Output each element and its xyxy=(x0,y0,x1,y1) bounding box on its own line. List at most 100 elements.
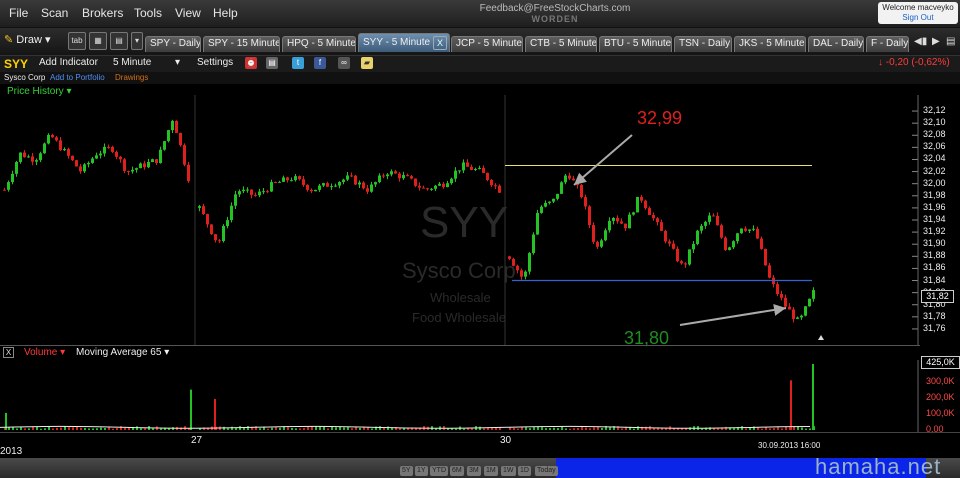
tab-scroll-left-icon[interactable]: ◀▮ xyxy=(914,36,927,47)
volume-bar xyxy=(665,428,667,430)
menu-scan[interactable]: Scan xyxy=(41,6,68,20)
tab-btu-5-minute[interactable]: BTU - 5 Minute xyxy=(599,36,672,52)
volume-bar xyxy=(128,427,130,430)
moving-average-dropdown[interactable]: Moving Average 65 ▾ xyxy=(76,347,169,358)
menu-file[interactable]: File xyxy=(9,6,28,20)
candle-body xyxy=(600,240,603,247)
period-3m[interactable]: 3M xyxy=(467,466,481,476)
candle-body xyxy=(147,161,150,168)
candle-body xyxy=(302,179,305,185)
candle-body xyxy=(250,189,253,195)
menu-help[interactable]: Help xyxy=(213,6,238,20)
period-1y[interactable]: 1Y xyxy=(415,466,428,476)
candle-body xyxy=(402,175,405,179)
tab-dal-daily[interactable]: DAL - Daily xyxy=(808,36,864,52)
facebook-icon[interactable]: f xyxy=(314,57,326,69)
period-today[interactable]: Today xyxy=(535,466,558,476)
candle-body xyxy=(580,185,583,198)
period-1m[interactable]: 1M xyxy=(484,466,498,476)
settings-button[interactable]: Settings xyxy=(197,57,233,68)
binoculars-icon[interactable]: ∞ xyxy=(338,57,350,69)
candle-body xyxy=(386,174,389,177)
candle-body xyxy=(79,166,82,172)
volume-bar xyxy=(549,428,551,430)
tab-f-daily[interactable]: F - Daily xyxy=(866,36,909,52)
price-chart[interactable] xyxy=(0,95,920,345)
tab-jcp-5-minute[interactable]: JCP - 5 Minute xyxy=(451,36,523,52)
volume-chart[interactable] xyxy=(0,360,920,432)
volume-close-icon[interactable]: X xyxy=(3,347,14,358)
tab-list-icon[interactable]: ▤ xyxy=(946,36,955,47)
candle-body xyxy=(664,230,667,242)
candle-body xyxy=(616,218,619,222)
tab-hpq-5-minute[interactable]: HPQ - 5 Minute xyxy=(282,36,356,52)
candle-body xyxy=(414,178,417,186)
menu-tools[interactable]: Tools xyxy=(134,6,162,20)
chart-toolbar: SYY Add Indicator 5 Minute ▾ Settings ⏰ … xyxy=(0,56,960,72)
list-layout-icon[interactable]: ▤ xyxy=(110,32,128,50)
feedback-link[interactable]: Feedback@FreeStockCharts.com WORDEN xyxy=(470,3,640,25)
candle-body xyxy=(390,171,393,175)
candle-body xyxy=(422,187,425,189)
candle-body xyxy=(266,191,269,193)
drawings-link[interactable]: Drawings xyxy=(115,73,148,82)
twitter-icon[interactable]: t xyxy=(292,57,304,69)
feedback-email[interactable]: Feedback@FreeStockCharts.com xyxy=(480,3,631,14)
candle-body xyxy=(238,191,241,195)
timeframe-select[interactable]: 5 Minute xyxy=(113,57,151,68)
menu-brokers[interactable]: Brokers xyxy=(82,6,123,20)
menu-view[interactable]: View xyxy=(175,6,201,20)
tab-tsn-daily[interactable]: TSN - Daily xyxy=(674,36,732,52)
candle-body xyxy=(370,184,373,192)
period-1w[interactable]: 1W xyxy=(501,466,516,476)
candle-body xyxy=(752,228,755,230)
candle-body xyxy=(242,189,245,192)
candle-body xyxy=(748,229,751,231)
volume-bar xyxy=(36,426,38,430)
add-indicator-button[interactable]: Add Indicator xyxy=(39,57,98,68)
candle-body xyxy=(135,168,138,170)
timeframe-dropdown-icon[interactable]: ▾ xyxy=(175,57,180,68)
period-ytd[interactable]: YTD xyxy=(430,466,448,476)
period-6m[interactable]: 6M xyxy=(450,466,464,476)
candle-body xyxy=(434,185,437,189)
price-tick-label: 32,08 xyxy=(923,129,946,140)
candle-body xyxy=(532,234,535,254)
add-to-portfolio-link[interactable]: Add to Portfolio xyxy=(50,73,105,82)
tab-scroll-right-icon[interactable]: ▶ xyxy=(932,36,940,47)
tab-menu-icon[interactable]: ▾ xyxy=(131,32,143,50)
candle-body xyxy=(39,153,42,161)
last-price-box: 31,82 xyxy=(921,290,954,303)
volume-bar xyxy=(463,428,465,430)
candle-body xyxy=(374,182,377,185)
volume-bar xyxy=(112,428,114,430)
candle-body xyxy=(768,265,771,278)
candle-body xyxy=(612,218,615,221)
sign-out-link[interactable]: Sign Out xyxy=(878,13,958,23)
tab-jks-5-minute[interactable]: JKS - 5 Minute xyxy=(734,36,806,52)
volume-tick-300k: 300,0K xyxy=(926,376,955,386)
tab-spy-15-minute[interactable]: SPY - 15 Minute xyxy=(203,36,280,52)
grid-layout-icon[interactable]: ▦ xyxy=(89,32,107,50)
tab-close-icon[interactable]: X xyxy=(433,36,447,50)
candle-body xyxy=(466,162,469,167)
candle-body xyxy=(516,265,519,271)
period-5y[interactable]: 5Y xyxy=(400,466,413,476)
tab-toggle-button[interactable]: tab xyxy=(68,32,86,50)
note-icon[interactable]: ▰ xyxy=(361,57,373,69)
candle-body xyxy=(67,149,70,156)
period-1d[interactable]: 1D xyxy=(518,466,531,476)
worden-logo: WORDEN xyxy=(531,14,579,24)
company-name: Sysco Corp xyxy=(4,73,46,82)
symbol-input[interactable]: SYY xyxy=(4,57,28,71)
draw-button[interactable]: ✎ Draw ▾ xyxy=(4,33,51,46)
candle-body xyxy=(187,164,190,182)
print-icon[interactable]: ▤ xyxy=(266,57,278,69)
alarm-clock-icon[interactable]: ⏰ xyxy=(245,57,257,69)
tab-ctb-5-minute[interactable]: CTB - 5 Minute xyxy=(525,36,597,52)
candle-body xyxy=(704,221,707,226)
tab-spy-daily[interactable]: SPY - Daily xyxy=(145,36,201,52)
volume-dropdown[interactable]: Volume ▾ xyxy=(24,347,65,358)
volume-bar xyxy=(267,428,269,430)
candle-body xyxy=(71,155,74,161)
